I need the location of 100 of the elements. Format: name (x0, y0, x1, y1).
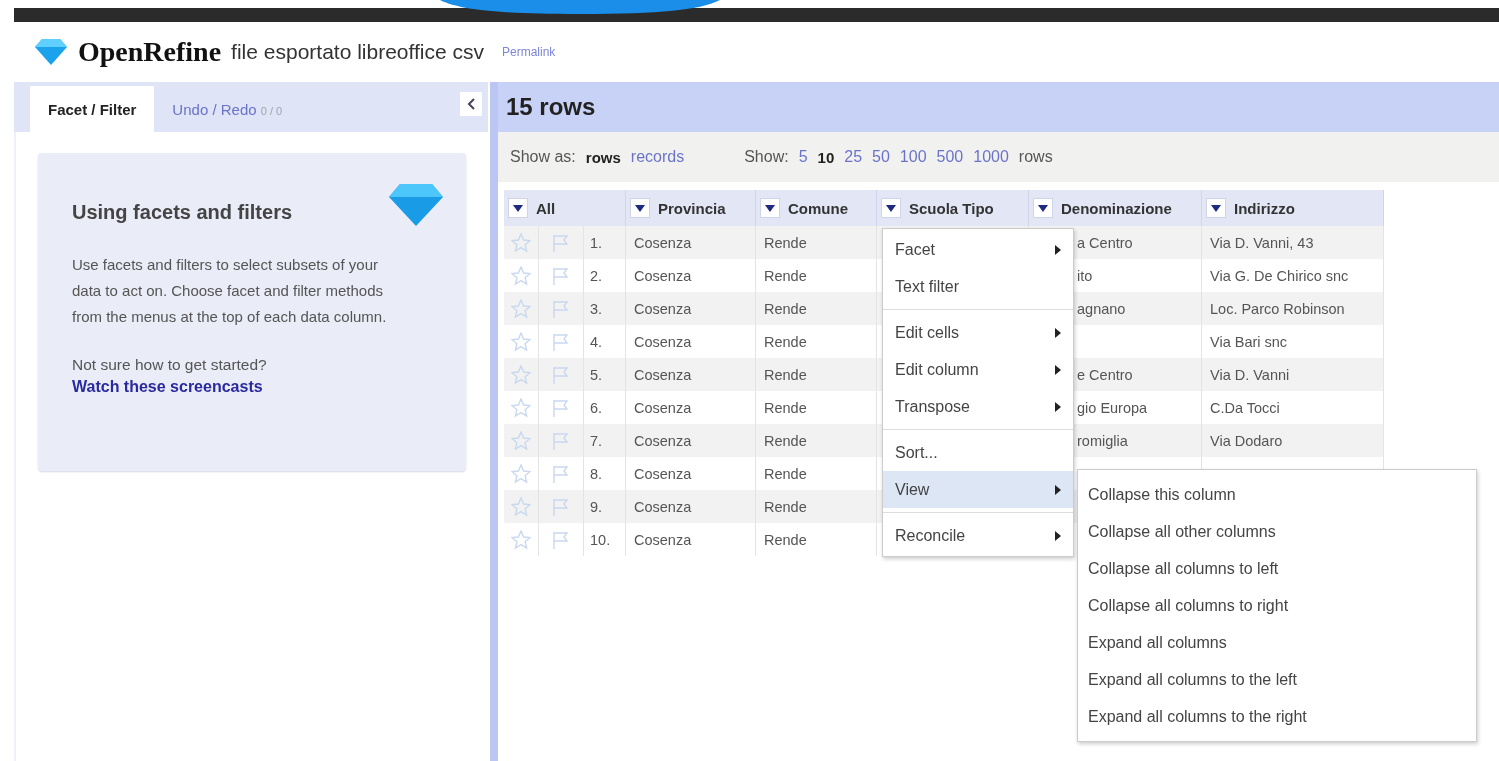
help-text: Use facets and filters to select subsets of your data to act on. Choose facet and filter methods from the menus at the top of each data column. (72, 255, 388, 327)
column-menu-button[interactable] (1206, 198, 1226, 218)
row-number: 7. (590, 432, 603, 449)
flag-icon[interactable] (551, 397, 571, 418)
row-number: 3. (590, 300, 603, 317)
row-number: 1. (590, 234, 603, 251)
submenu-item[interactable]: Expand all columns to the left (1078, 661, 1476, 698)
star-icon[interactable] (511, 364, 531, 385)
column-menu-button[interactable] (881, 198, 901, 218)
dropdown-arrow-icon (765, 204, 775, 212)
menu-item[interactable]: Edit column (883, 351, 1073, 388)
table-cell: Cosenza (634, 432, 692, 449)
page-size-link[interactable]: 5 (798, 148, 808, 166)
page-size-link[interactable]: 25 (844, 148, 863, 166)
column-name: Scuola Tipo (909, 199, 994, 217)
page-size-link[interactable]: 1000 (973, 148, 1009, 166)
dropdown-arrow-icon (1211, 204, 1221, 212)
table-cell: Rende (764, 399, 807, 416)
star-icon[interactable] (511, 496, 531, 517)
flag-icon[interactable] (551, 430, 571, 451)
table-cell: Via Bari snc (1210, 333, 1288, 350)
flag-icon[interactable] (551, 331, 571, 352)
column-menu-button[interactable] (760, 198, 780, 218)
submenu-arrow-icon (1055, 244, 1061, 255)
flag-icon[interactable] (551, 529, 571, 550)
submenu-item[interactable]: Collapse all other columns (1078, 513, 1476, 550)
row-number: 8. (590, 465, 603, 482)
dropdown-arrow-icon (1038, 204, 1048, 212)
star-icon[interactable] (511, 331, 531, 352)
page-size-link[interactable]: 10 (817, 148, 835, 166)
row-number: 10. (590, 531, 611, 548)
page-size-link[interactable]: 50 (872, 148, 890, 166)
table-cell: Rende (764, 498, 807, 515)
screencasts-link[interactable]: Watch these screencasts (72, 378, 263, 396)
menu-item[interactable]: Facet (883, 231, 1073, 268)
flag-icon[interactable] (551, 232, 571, 253)
table-cell: Rende (764, 366, 807, 383)
menu-item[interactable]: Reconcile (883, 517, 1073, 554)
star-icon[interactable] (511, 397, 531, 418)
star-icon[interactable] (511, 430, 531, 451)
chevron-left-icon (467, 98, 475, 110)
table-cell: ito (1077, 267, 1093, 284)
flag-icon[interactable] (551, 298, 571, 319)
view-mode-link[interactable]: rows (585, 148, 621, 166)
row-number: 9. (590, 498, 603, 515)
table-cell: Cosenza (634, 333, 692, 350)
column-menu-button[interactable] (1033, 198, 1053, 218)
menu-item[interactable]: Transpose (883, 388, 1073, 425)
table-cell: Via G. De Chirico snc (1210, 267, 1349, 284)
page-size-link[interactable]: 100 (899, 148, 927, 166)
submenu-item[interactable]: Collapse all columns to right (1078, 587, 1476, 624)
table-cell: Cosenza (634, 366, 692, 383)
page-size-link[interactable]: 500 (936, 148, 964, 166)
panel-tab[interactable]: Undo / Redo 0 / 0 (154, 86, 301, 132)
table-cell: Via D. Vanni (1210, 366, 1290, 383)
table-cell: Rende (764, 531, 807, 548)
table-cell: C.Da Tocci (1210, 399, 1280, 416)
submenu-item[interactable]: Collapse this column (1078, 476, 1476, 513)
column-name: Comune (788, 199, 848, 217)
table-cell: e Centro (1077, 366, 1133, 383)
dropdown-arrow-icon (635, 204, 645, 212)
submenu-item[interactable]: Collapse all columns to left (1078, 550, 1476, 587)
star-icon[interactable] (511, 529, 531, 550)
submenu-arrow-icon (1055, 401, 1061, 412)
menu-item[interactable]: Edit cells (883, 314, 1073, 351)
table-cell: Cosenza (634, 300, 692, 317)
permalink-link[interactable]: Permalink (502, 45, 556, 59)
view-mode-link[interactable]: records (630, 148, 685, 166)
column-menu-button[interactable] (508, 198, 528, 218)
column-menu-button[interactable] (630, 198, 650, 218)
table-cell: Rende (764, 300, 807, 317)
submenu-arrow-icon (1055, 484, 1061, 495)
flag-icon[interactable] (551, 265, 571, 286)
flag-icon[interactable] (551, 496, 571, 517)
flag-icon[interactable] (551, 463, 571, 484)
dropdown-arrow-icon (886, 204, 896, 212)
table-cell: Rende (764, 234, 807, 251)
panel-tab[interactable]: Facet / Filter (30, 86, 155, 132)
star-icon[interactable] (511, 232, 531, 253)
table-cell: Cosenza (634, 234, 692, 251)
help-question: Not sure how to get started? (72, 355, 268, 375)
star-icon[interactable] (511, 265, 531, 286)
project-name[interactable]: file esportato libreoffice csv (231, 40, 484, 64)
flag-icon[interactable] (551, 364, 571, 385)
submenu-item[interactable]: Expand all columns to the right (1078, 698, 1476, 735)
menu-item[interactable]: Text filter (883, 268, 1073, 305)
star-icon[interactable] (511, 298, 531, 319)
star-icon[interactable] (511, 463, 531, 484)
rows-label: rows (1018, 148, 1053, 166)
row-number: 2. (590, 267, 603, 284)
table-cell: Rende (764, 333, 807, 350)
submenu-item[interactable]: Expand all columns (1078, 624, 1476, 661)
table-cell: Rende (764, 465, 807, 482)
table-cell: Cosenza (634, 267, 692, 284)
menu-item[interactable]: Sort... (883, 434, 1073, 471)
table-cell: agnano (1077, 300, 1126, 317)
collapse-button[interactable] (460, 92, 482, 116)
table-cell: Cosenza (634, 498, 692, 515)
menu-item[interactable]: View (883, 471, 1073, 508)
table-cell: Rende (764, 267, 807, 284)
